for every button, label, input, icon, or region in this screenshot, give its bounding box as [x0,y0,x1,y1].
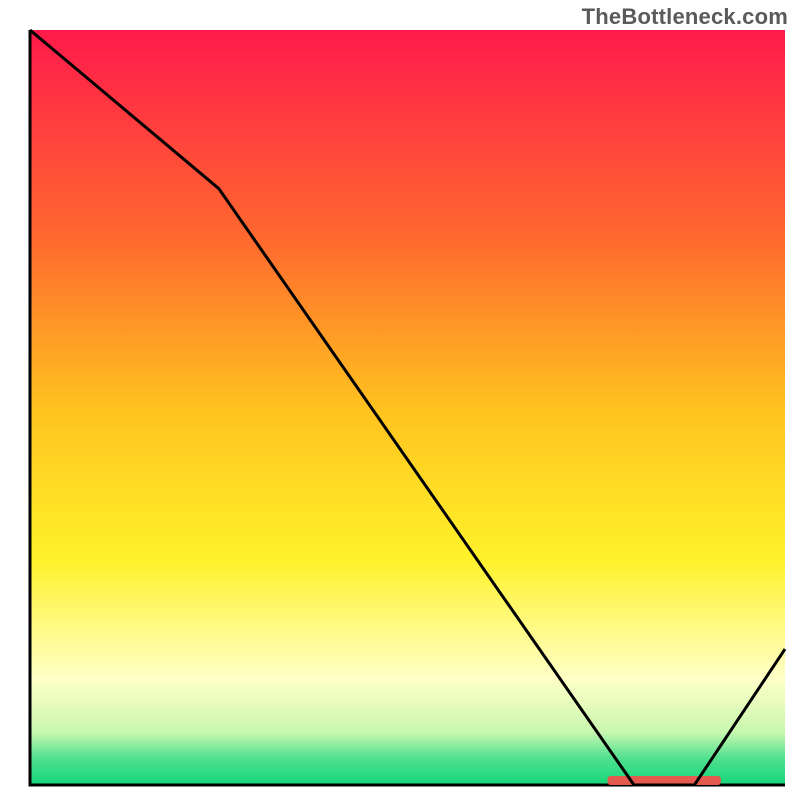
bottleneck-chart: TheBottleneck.com [0,0,800,800]
chart-svg [0,0,800,800]
watermark-text: TheBottleneck.com [582,4,788,30]
chart-background [30,30,785,785]
